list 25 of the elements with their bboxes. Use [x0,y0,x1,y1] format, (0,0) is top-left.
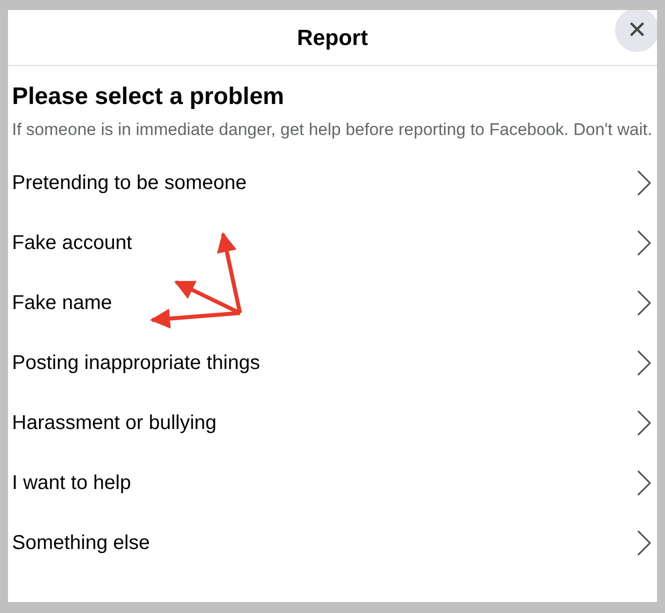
option-label: Fake account [12,232,132,254]
dialog-title: Report [297,24,368,50]
chevron-right-icon [637,230,651,256]
option-label: Fake name [12,292,112,314]
description-text: If someone is in immediate danger, get help before reporting to Facebook. Don't wait. [12,119,653,141]
chevron-right-icon [637,530,651,556]
option-label: I want to help [12,472,131,494]
close-button[interactable]: ✕ [615,10,657,52]
problem-option[interactable]: Something else [8,513,657,573]
section-heading: Please select a problem [12,82,286,112]
problem-option[interactable]: I want to help [8,453,657,513]
problem-option[interactable]: Fake account [8,213,657,273]
option-label: Harassment or bullying [12,412,217,434]
chevron-right-icon [637,410,651,436]
option-label: Pretending to be someone [12,172,247,194]
chevron-right-icon [637,170,651,196]
problem-option[interactable]: Posting inappropriate things [8,333,657,393]
problem-option[interactable]: Fake name [8,273,657,333]
option-label: Something else [12,532,150,554]
option-label: Posting inappropriate things [12,352,260,374]
chevron-right-icon [637,290,651,316]
chevron-right-icon [637,470,651,496]
chevron-right-icon [637,350,651,376]
problem-option[interactable]: Harassment or bullying [8,393,657,453]
problem-option[interactable]: Pretending to be someone [8,153,657,213]
